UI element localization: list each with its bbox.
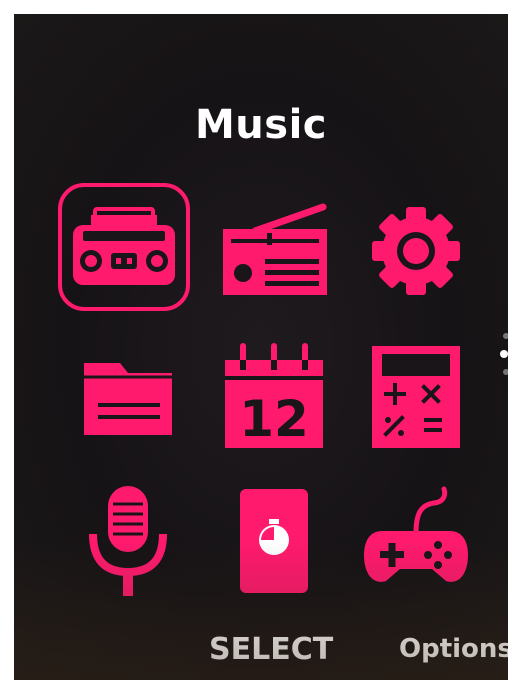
app-tile-recorder[interactable] — [58, 471, 198, 611]
microphone-icon — [89, 486, 167, 596]
app-tile-settings[interactable] — [346, 181, 486, 321]
app-tile-music[interactable] — [58, 183, 190, 311]
radio-icon — [223, 203, 327, 295]
options-softkey[interactable]: Options — [399, 634, 508, 664]
calendar-icon: 12 — [225, 343, 323, 448]
app-tile-calendar[interactable]: 12 — [204, 327, 344, 467]
gear-icon — [372, 207, 460, 295]
app-tile-radio[interactable] — [204, 181, 344, 321]
app-tile-files[interactable] — [58, 327, 198, 467]
folder-icon — [84, 363, 172, 435]
app-tile-games[interactable] — [346, 471, 486, 611]
softkey-bar: SELECT Options — [14, 620, 508, 680]
calendar-day-label: 12 — [239, 390, 309, 448]
page-title: Music — [194, 102, 327, 148]
calculator-icon — [372, 346, 460, 448]
boombox-icon — [73, 207, 175, 285]
scroll-indicator — [500, 333, 508, 375]
app-tile-clock[interactable] — [204, 471, 344, 611]
app-tile-calculator[interactable] — [346, 327, 486, 467]
app-grid: 12 — [54, 181, 474, 611]
gamepad-icon — [364, 486, 468, 582]
select-softkey[interactable]: SELECT — [209, 632, 333, 667]
feature-phone-screen: Music 12 SELECT Options — [14, 14, 508, 680]
stopwatch-icon — [240, 489, 308, 593]
